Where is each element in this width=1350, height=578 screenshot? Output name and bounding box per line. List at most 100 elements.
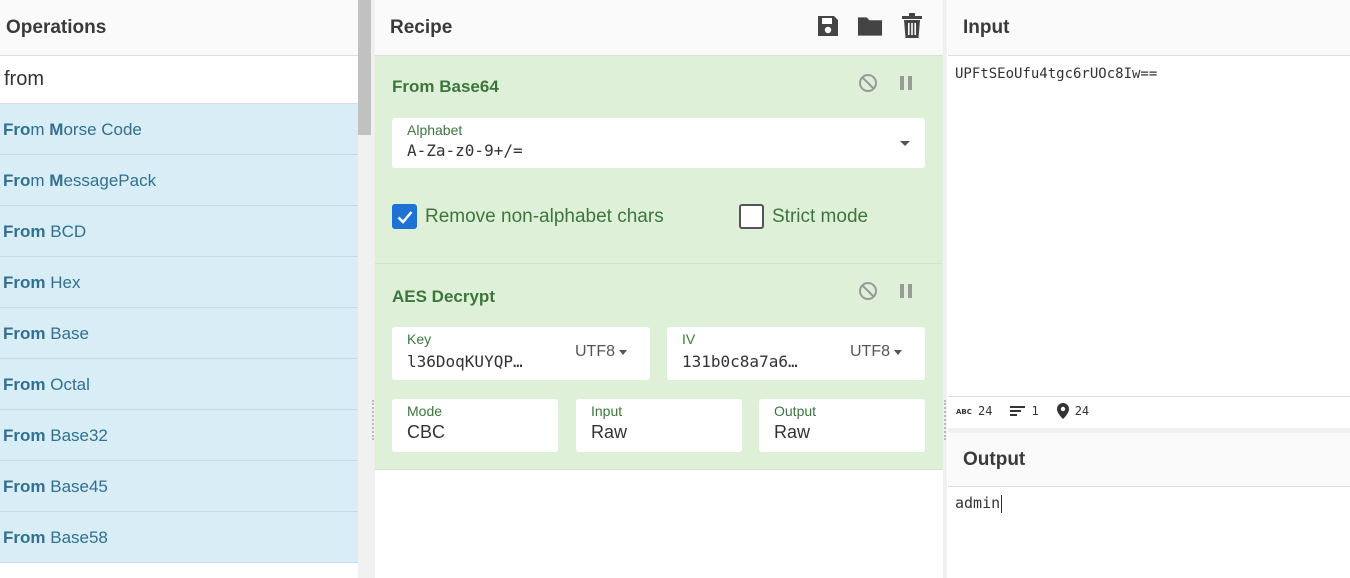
chevron-down-icon xyxy=(900,141,910,146)
operation-item[interactable]: From BCD xyxy=(0,206,358,257)
char-count: 24 xyxy=(978,403,993,418)
alphabet-label: Alphabet xyxy=(407,122,463,138)
recipe-title: Recipe xyxy=(390,16,453,38)
input-format-value: Raw xyxy=(591,422,628,442)
output-header: Output xyxy=(948,428,1350,487)
lines-icon xyxy=(1010,405,1026,416)
input-status-bar: ABC 24 1 24 xyxy=(948,396,1350,424)
disable-icon[interactable] xyxy=(857,72,879,94)
location-pin-icon xyxy=(1056,402,1069,419)
key-encoding-dropdown[interactable]: UTF8 xyxy=(575,343,627,361)
alphabet-select[interactable]: Alphabet A-Za-z0-9+/= xyxy=(392,118,925,168)
operation-item-text: From xyxy=(3,477,46,496)
output-format-label: Output xyxy=(774,403,817,419)
operation-item-text: m xyxy=(30,171,50,190)
line-count-stat: 1 xyxy=(1010,403,1039,418)
gutter-handle[interactable] xyxy=(944,400,946,440)
gutter-handle[interactable] xyxy=(372,400,374,440)
io-panel: Input UPFtSEoUfu4tgc6rUOc8Iw== ABC 24 1 … xyxy=(948,0,1350,578)
output-format-select[interactable]: Output Raw xyxy=(759,399,925,452)
cursor-position: 24 xyxy=(1074,403,1090,418)
save-icon[interactable] xyxy=(815,13,841,39)
remove-non-alphabet-checkbox[interactable] xyxy=(392,204,417,229)
operation-item-text: From xyxy=(3,528,46,547)
recipe-op-aes-decrypt[interactable]: AES Decrypt Key l36DoqKUYQP… UTF8 IV 131… xyxy=(375,264,943,470)
operation-item[interactable]: From Morse Code xyxy=(0,104,358,155)
operation-item-text: From xyxy=(3,222,46,241)
strict-mode-checkbox-row[interactable]: Strict mode xyxy=(739,204,868,229)
iv-value[interactable]: 131b0c8a7a6… xyxy=(682,352,830,371)
input-format-select[interactable]: Input Raw xyxy=(576,399,742,452)
mode-select[interactable]: Mode CBC xyxy=(392,399,558,452)
operation-item-text: BCD xyxy=(50,222,87,241)
input-title: Input xyxy=(963,16,1010,38)
operation-item-text: Hex xyxy=(50,273,81,292)
key-value[interactable]: l36DoqKUYQP… xyxy=(407,352,555,371)
operation-item-text: M xyxy=(49,120,64,139)
svg-text:ABC: ABC xyxy=(956,408,972,416)
operation-item[interactable]: From Base58 xyxy=(0,512,358,563)
key-label: Key xyxy=(407,331,432,347)
recipe-op-from-base64[interactable]: From Base64 Alphabet A-Za-z0-9+/= Remove… xyxy=(375,56,943,264)
key-encoding-label: UTF8 xyxy=(575,343,615,360)
operation-item-text: essagePack xyxy=(63,171,157,190)
operation-item-text: orse Code xyxy=(63,120,142,139)
cursor-position-stat: 24 xyxy=(1056,402,1090,419)
recipe-panel: Recipe From Base64 Alphabet A-Za-z0-9+/=… xyxy=(375,0,943,578)
iv-label: IV xyxy=(682,331,696,347)
pause-icon[interactable] xyxy=(895,280,917,302)
op-title-aes-decrypt: AES Decrypt xyxy=(392,287,495,306)
operation-item[interactable]: From Octal xyxy=(0,359,358,410)
operation-item[interactable]: From MessagePack xyxy=(0,155,358,206)
output-format-value: Raw xyxy=(774,422,811,442)
folder-icon[interactable] xyxy=(857,13,883,39)
gutter-recipe-io[interactable] xyxy=(943,0,947,578)
mode-label: Mode xyxy=(407,403,443,419)
operation-item-text: m xyxy=(30,120,50,139)
input-textarea[interactable]: UPFtSEoUfu4tgc6rUOc8Iw== xyxy=(955,66,1157,82)
line-count: 1 xyxy=(1031,403,1039,418)
operation-item[interactable]: From Base xyxy=(0,308,358,359)
operations-scrollbar-thumb[interactable] xyxy=(358,0,371,135)
operations-panel: Operations From Morse CodeFrom MessagePa… xyxy=(0,0,358,578)
operation-item-text: Base xyxy=(50,324,89,343)
operation-item[interactable]: From Base45 xyxy=(0,461,358,512)
operations-search-input[interactable] xyxy=(0,56,358,104)
iv-field[interactable]: IV 131b0c8a7a6… UTF8 xyxy=(667,327,925,380)
input-header: Input xyxy=(948,0,1350,56)
iv-encoding-label: UTF8 xyxy=(850,343,890,360)
mode-value: CBC xyxy=(407,422,446,442)
remove-non-alphabet-checkbox-row[interactable]: Remove non-alphabet chars xyxy=(392,204,664,229)
output-textarea[interactable]: admin xyxy=(955,494,1003,513)
chevron-down-icon xyxy=(894,349,902,355)
operation-item-text: From xyxy=(3,324,46,343)
operations-title: Operations xyxy=(6,16,107,38)
trash-icon[interactable] xyxy=(899,13,925,39)
chevron-down-icon xyxy=(619,349,627,355)
operation-item-text: Base32 xyxy=(50,426,108,445)
operations-header: Operations xyxy=(0,0,358,56)
input-format-label: Input xyxy=(591,403,623,419)
strict-mode-label: Strict mode xyxy=(772,205,869,227)
remove-non-alphabet-label: Remove non-alphabet chars xyxy=(425,205,664,227)
operation-item-text: Fro xyxy=(3,171,31,190)
char-count-stat: ABC 24 xyxy=(956,404,992,418)
operations-list: From Morse Code From MessagePack From BCD F… xyxy=(0,104,358,563)
iv-encoding-dropdown[interactable]: UTF8 xyxy=(850,343,902,361)
operation-item-text: Fro xyxy=(3,120,31,139)
alphabet-value: A-Za-z0-9+/= xyxy=(407,141,523,160)
text-cursor xyxy=(1001,494,1003,513)
strict-mode-checkbox[interactable] xyxy=(739,204,764,229)
key-field[interactable]: Key l36DoqKUYQP… UTF8 xyxy=(392,327,650,380)
op-title-from-base64: From Base64 xyxy=(392,77,499,96)
operation-item[interactable]: From Base32 xyxy=(0,410,358,461)
operation-item-text: From xyxy=(3,375,46,394)
pause-icon[interactable] xyxy=(895,72,917,94)
operation-item-text: M xyxy=(49,171,64,190)
operation-item[interactable]: From Hex xyxy=(0,257,358,308)
output-value: admin xyxy=(955,494,1001,512)
operation-item-text: From xyxy=(3,273,46,292)
operation-item-text: Base45 xyxy=(50,477,108,496)
disable-icon[interactable] xyxy=(857,280,879,302)
operation-item-text: From xyxy=(3,426,46,445)
